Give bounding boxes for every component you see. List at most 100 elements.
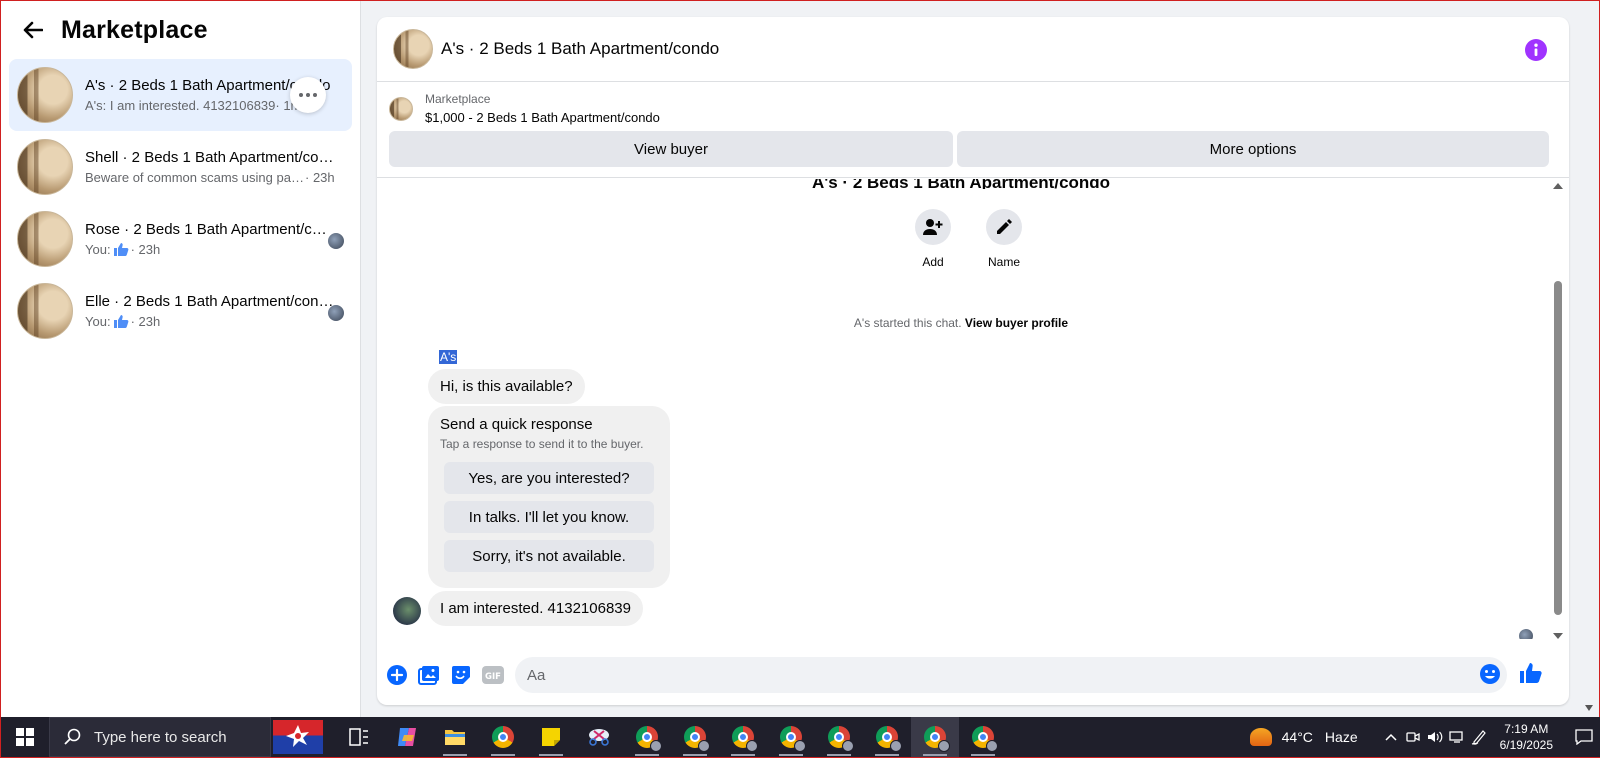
meet-now-icon[interactable] <box>1402 717 1424 757</box>
svg-text:GIF: GIF <box>485 672 501 682</box>
info-icon[interactable] <box>1525 39 1547 66</box>
weather-condition: Haze <box>1324 729 1358 745</box>
conversation-snippet: Beware of common scams using pay... <box>85 170 305 185</box>
sidebar-title: Marketplace <box>61 15 208 44</box>
weather-widget[interactable]: 44°C Haze <box>1249 728 1358 746</box>
conversation-time: · 23h <box>305 170 335 185</box>
quick-response-subtitle: Tap a response to send it to the buyer. <box>440 437 644 451</box>
chrome-profile-1-icon[interactable] <box>623 717 671 757</box>
listing-avatar <box>17 67 73 123</box>
conversation-item-as[interactable]: A's · 2 Beds 1 Bath Apartment/condo A's:… <box>9 59 352 131</box>
chrome-profile-3-icon[interactable] <box>719 717 767 757</box>
quick-response-title: Send a quick response <box>440 416 593 433</box>
chat-title[interactable]: A's · 2 Beds 1 Bath Apartment/condo <box>441 39 719 59</box>
gif-icon[interactable]: GIF <box>481 663 505 687</box>
chrome-profile-5-icon[interactable] <box>815 717 863 757</box>
network-icon[interactable] <box>1446 717 1468 757</box>
clock-time: 7:19 AM <box>1504 722 1549 736</box>
conversation-item-shell[interactable]: Shell · 2 Beds 1 Bath Apartment/condo Be… <box>9 131 352 203</box>
chrome-icon[interactable] <box>479 717 527 757</box>
listing-avatar <box>17 139 73 195</box>
quick-response-sorry-button[interactable]: Sorry, it's not available. <box>444 540 654 572</box>
listing-thumbnail[interactable] <box>389 96 413 121</box>
conversation-title: Rose · 2 Beds 1 Bath Apartment/condo <box>85 221 335 238</box>
buyer-avatar[interactable] <box>393 597 421 625</box>
quick-response-yes-button[interactable]: Yes, are you interested? <box>444 462 654 494</box>
chrome-profile-8-icon[interactable] <box>959 717 1007 757</box>
chrome-profile-6-icon[interactable] <box>863 717 911 757</box>
plus-circle-icon[interactable] <box>385 663 409 687</box>
edit-name-button[interactable] <box>986 209 1022 245</box>
listing-bar: Marketplace $1,000 - 2 Beds 1 Bath Apart… <box>377 82 1569 178</box>
marketplace-sidebar: Marketplace A's · 2 Beds 1 Bath Apartmen… <box>1 1 361 719</box>
message-bubble[interactable]: Hi, is this available? <box>428 369 585 404</box>
notification-icon[interactable] <box>1567 717 1600 757</box>
volume-icon[interactable] <box>1424 717 1446 757</box>
task-view-icon[interactable] <box>335 717 383 757</box>
add-person-icon <box>923 219 943 235</box>
chat-header: A's · 2 Beds 1 Bath Apartment/condo <box>377 17 1569 82</box>
quick-response-talks-button[interactable]: In talks. I'll let you know. <box>444 501 654 533</box>
add-person-button[interactable] <box>915 209 951 245</box>
page-scroll-down-arrow[interactable] <box>1585 705 1593 711</box>
listing-price-title[interactable]: $1,000 - 2 Beds 1 Bath Apartment/condo <box>425 110 660 125</box>
message-scrollbar[interactable] <box>1551 183 1565 639</box>
message-bubble[interactable]: I am interested. 4132106839 <box>428 591 643 626</box>
quick-response-card: Send a quick response Tap a response to … <box>428 406 670 588</box>
message-input[interactable] <box>527 666 1467 684</box>
clock-date: 6/19/2025 <box>1499 738 1553 752</box>
snipping-tool-icon[interactable] <box>575 717 623 757</box>
scroll-down-arrow[interactable] <box>1553 633 1563 639</box>
more-options-button[interactable]: More options <box>957 131 1549 167</box>
thumbs-up-icon <box>113 314 129 329</box>
search-highlight-icon[interactable] <box>273 720 323 754</box>
add-label: Add <box>922 255 944 269</box>
photo-gallery-icon[interactable] <box>417 663 441 687</box>
listing-avatar <box>17 283 73 339</box>
chevron-up-icon[interactable] <box>1380 717 1402 757</box>
conversation-time: · 23h <box>130 314 161 329</box>
conversation-list: A's · 2 Beds 1 Bath Apartment/condo A's:… <box>1 59 360 347</box>
file-explorer-icon[interactable] <box>431 717 479 757</box>
taskbar-apps <box>335 717 1007 757</box>
sticker-icon[interactable] <box>449 663 473 687</box>
thumbs-up-send-icon[interactable] <box>1519 661 1543 690</box>
pen-icon[interactable] <box>1468 717 1490 757</box>
scroll-thumb[interactable] <box>1554 281 1562 615</box>
conversation-snippet: You: <box>85 314 111 329</box>
name-label: Name <box>987 255 1020 269</box>
sidebar-header: Marketplace <box>1 1 360 59</box>
view-buyer-button[interactable]: View buyer <box>389 131 953 167</box>
weather-temp: 44°C <box>1281 729 1313 745</box>
taskbar-clock[interactable]: 7:19 AM 6/19/2025 <box>1500 721 1553 753</box>
search-icon <box>64 728 81 745</box>
view-buyer-profile-link[interactable]: View buyer profile <box>965 316 1068 330</box>
copilot-icon[interactable] <box>383 717 431 757</box>
conversation-intro-title: A's · 2 Beds 1 Bath Apartment/condo <box>811 179 1111 189</box>
conversation-title: Elle · 2 Beds 1 Bath Apartment/condo <box>85 293 335 310</box>
read-receipt-avatar <box>1519 629 1533 639</box>
back-arrow-icon[interactable] <box>21 18 45 42</box>
chrome-profile-7-icon[interactable] <box>911 717 959 757</box>
conversation-snippet: A's: I am interested. 4132106839 <box>85 98 276 113</box>
chat-avatar[interactable] <box>393 29 433 69</box>
chrome-profile-2-icon[interactable] <box>671 717 719 757</box>
conversation-more-button[interactable] <box>290 77 326 113</box>
more-dots-icon <box>299 93 317 97</box>
conversation-item-elle[interactable]: Elle · 2 Beds 1 Bath Apartment/condo You… <box>9 275 352 347</box>
haze-weather-icon <box>1249 728 1272 746</box>
scroll-up-arrow[interactable] <box>1553 183 1563 189</box>
chat-started-notice: A's started this chat. View buyer profil… <box>853 316 1069 330</box>
chrome-profile-4-icon[interactable] <box>767 717 815 757</box>
seen-avatar <box>328 233 344 249</box>
conversation-snippet: You: <box>85 242 111 257</box>
sticky-notes-icon[interactable] <box>527 717 575 757</box>
system-tray: 44°C Haze 7:19 AM 6/19/2025 <box>1249 717 1600 757</box>
windows-start-button[interactable] <box>1 717 49 757</box>
taskbar-search-box[interactable]: Type here to search <box>49 717 271 757</box>
sender-name: A's <box>439 350 458 364</box>
emoji-icon[interactable] <box>1479 663 1501 690</box>
listing-avatar <box>17 211 73 267</box>
conversation-item-rose[interactable]: Rose · 2 Beds 1 Bath Apartment/condo You… <box>9 203 352 275</box>
chat-panel: A's · 2 Beds 1 Bath Apartment/condo Mark… <box>377 17 1569 705</box>
